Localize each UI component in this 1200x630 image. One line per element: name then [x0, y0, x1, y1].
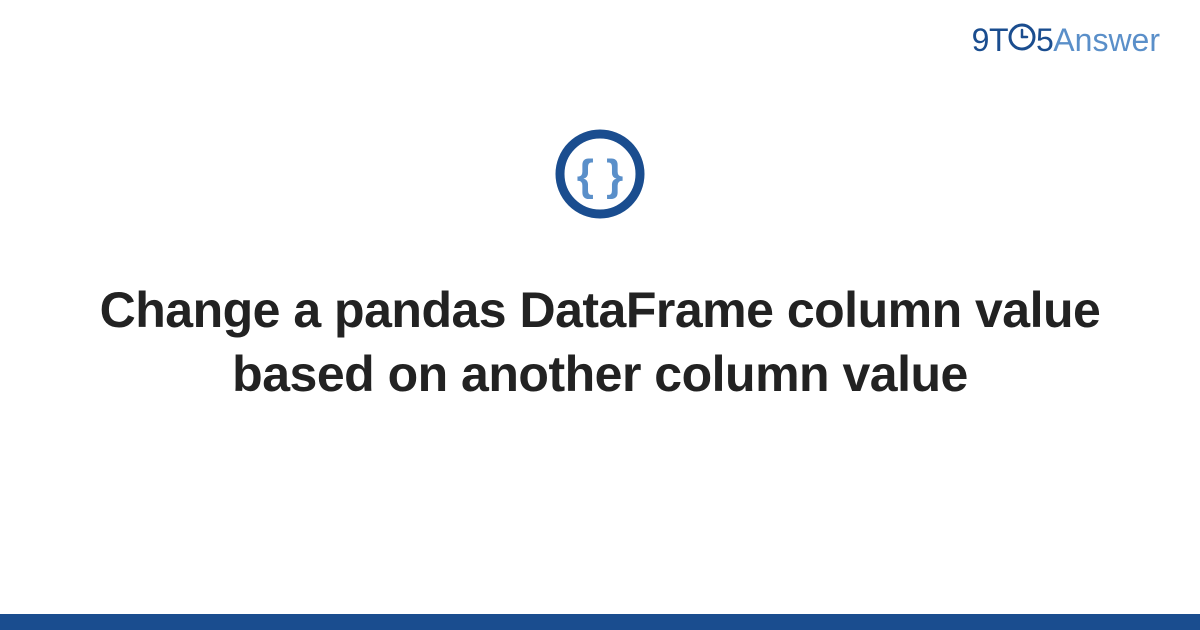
svg-text:{ }: { } [577, 151, 623, 200]
logo-middle: 5 [1036, 22, 1053, 58]
bottom-accent-bar [0, 614, 1200, 630]
braces-icon: { } [554, 128, 646, 225]
logo-prefix: 9T [972, 22, 1008, 58]
logo-suffix: Answer [1053, 22, 1160, 58]
clock-icon [1008, 22, 1036, 59]
page-title: Change a pandas DataFrame column value b… [80, 278, 1120, 406]
site-logo: 9T 5Answer [972, 22, 1160, 61]
